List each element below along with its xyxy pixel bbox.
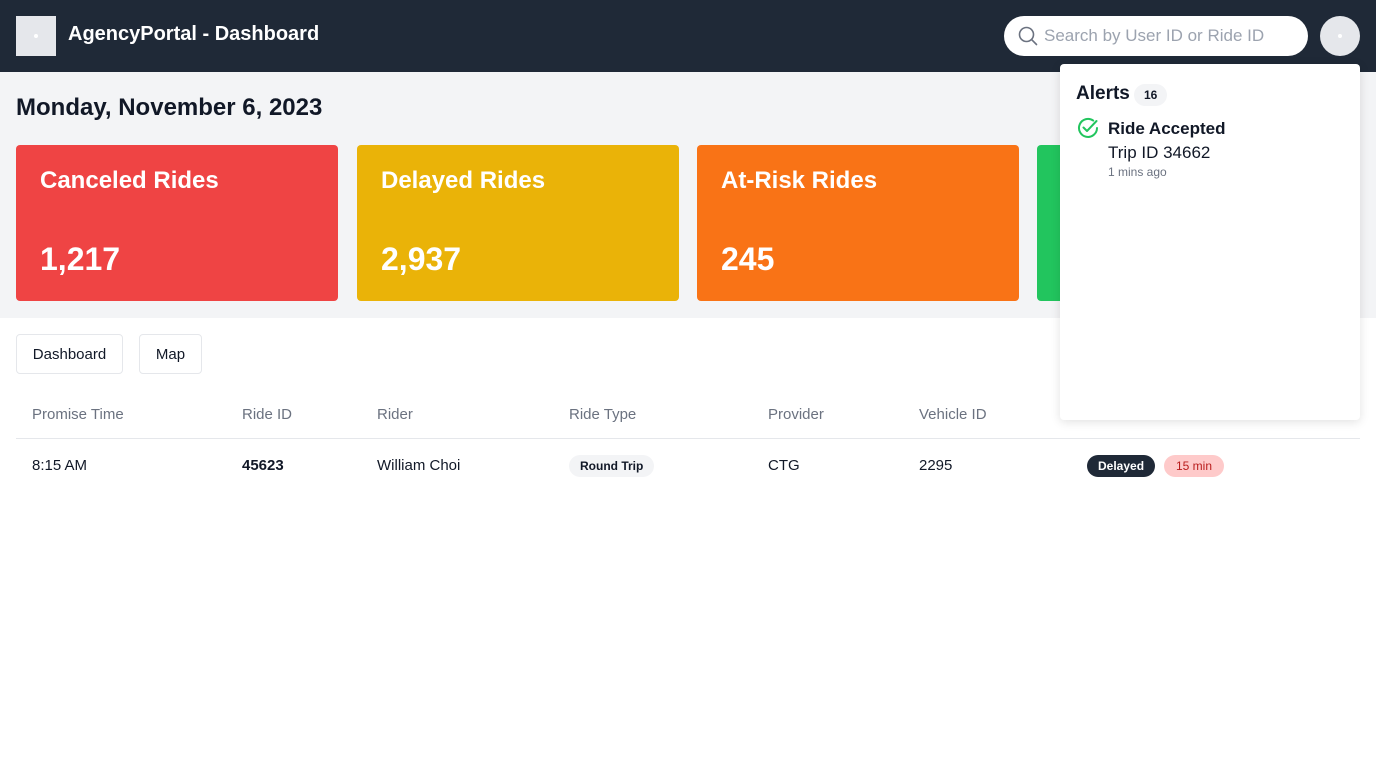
- cell-ride-id[interactable]: 45623: [242, 457, 284, 474]
- card-value: 1,217: [40, 241, 121, 277]
- alerts-count-badge: 16: [1134, 84, 1168, 106]
- ride-type-badge: Round Trip: [569, 455, 655, 477]
- column-header-rider[interactable]: Rider: [377, 406, 413, 423]
- alert-time: 1 mins ago: [1108, 165, 1167, 179]
- alerts-title: Alerts: [1076, 83, 1130, 104]
- cell-promise-time: 8:15 AM: [32, 457, 88, 474]
- card-value: 245: [721, 241, 775, 277]
- column-header-promise-time[interactable]: Promise Time: [32, 406, 124, 423]
- alerts-panel: Alerts 16 Ride Accepted Trip ID 34662 1 …: [1060, 64, 1360, 420]
- column-header-provider[interactable]: Provider: [768, 406, 824, 423]
- app-title: AgencyPortal - Dashboard: [68, 23, 320, 45]
- card-value: 2,937: [381, 241, 462, 277]
- check-circle-icon: [1078, 117, 1098, 138]
- status-badge: Delayed: [1087, 455, 1156, 477]
- cell-vehicle-id: 2295: [919, 457, 953, 474]
- search-box[interactable]: [1004, 16, 1308, 56]
- search-icon: [1018, 26, 1038, 46]
- alert-title: Ride Accepted: [1108, 119, 1226, 138]
- search-input[interactable]: [1044, 26, 1294, 46]
- delay-badge: 15 min: [1164, 455, 1225, 477]
- canceled-rides-card[interactable]: Canceled Rides 1,217: [16, 145, 338, 301]
- top-bar: AgencyPortal - Dashboard: [0, 0, 1376, 72]
- column-header-ride-type[interactable]: Ride Type: [569, 406, 636, 423]
- card-title: Canceled Rides: [40, 167, 219, 194]
- avatar[interactable]: [1320, 16, 1360, 56]
- logo-icon[interactable]: [16, 16, 56, 56]
- page-date: Monday, November 6, 2023: [16, 94, 323, 121]
- card-title: At-Risk Rides: [721, 167, 878, 194]
- cell-rider: William Choi: [377, 457, 461, 474]
- delayed-rides-card[interactable]: Delayed Rides 2,937: [357, 145, 679, 301]
- column-header-ride-id[interactable]: Ride ID: [242, 406, 292, 423]
- table-divider: [16, 438, 1360, 439]
- at-risk-rides-card[interactable]: At-Risk Rides 245: [697, 145, 1019, 301]
- card-title: Delayed Rides: [381, 167, 546, 194]
- dashboard-button[interactable]: Dashboard: [16, 334, 123, 374]
- map-button[interactable]: Map: [139, 334, 202, 374]
- alert-body: Trip ID 34662: [1108, 143, 1211, 162]
- cell-provider: CTG: [768, 457, 800, 474]
- column-header-vehicle-id[interactable]: Vehicle ID: [919, 406, 987, 423]
